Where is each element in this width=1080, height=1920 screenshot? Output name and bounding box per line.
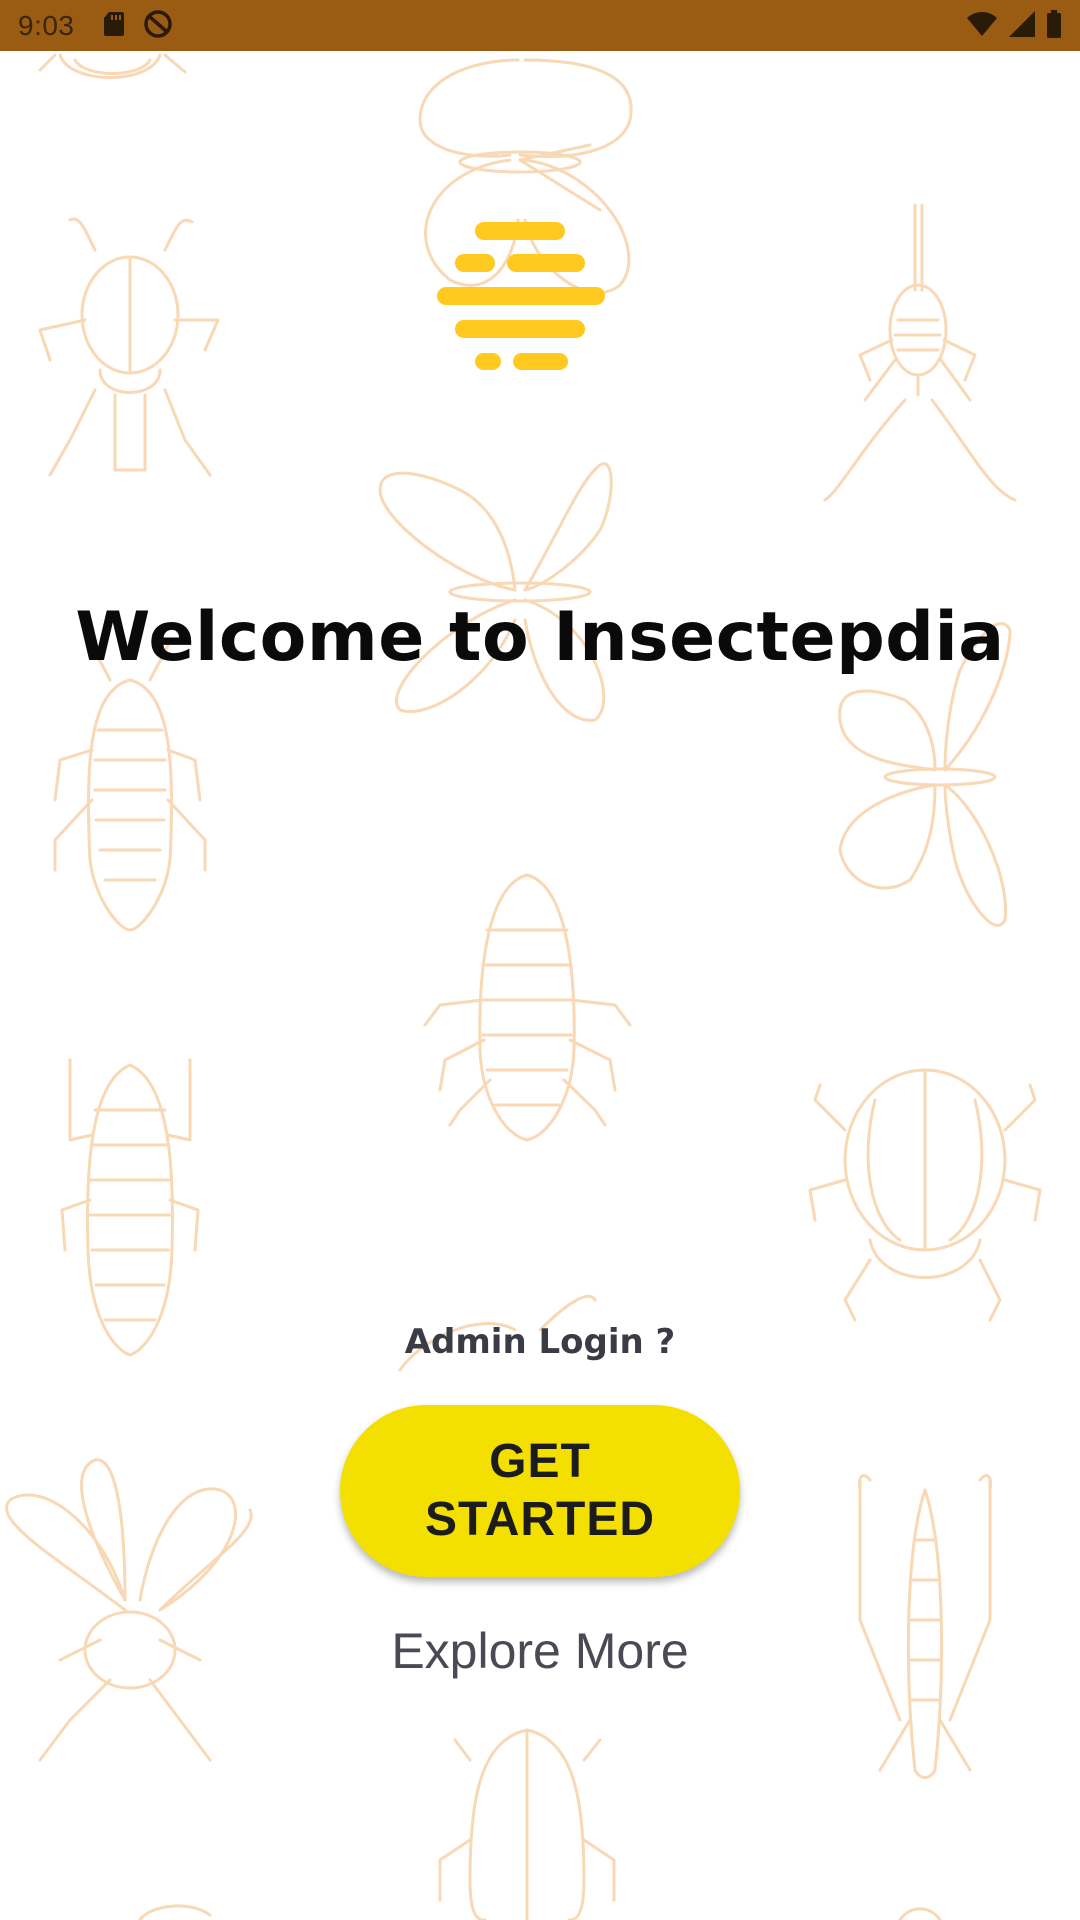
beetle-outline-icon bbox=[38, 217, 220, 477]
larva-outline-icon bbox=[60, 1058, 200, 1357]
bee-stripes-logo-icon bbox=[437, 222, 605, 370]
fly-outline-icon bbox=[5, 1458, 253, 1762]
welcome-title: Welcome to Insectepdia bbox=[75, 598, 1005, 677]
beetle-outline-icon bbox=[808, 1068, 1042, 1322]
cricket-outline-icon bbox=[823, 203, 1017, 502]
beetle-outline-icon bbox=[438, 1728, 616, 1920]
status-time: 9:03 bbox=[18, 9, 75, 41]
beetle-outline-icon bbox=[138, 1904, 212, 1920]
beetle-outline-icon bbox=[38, 53, 187, 79]
do-not-disturb-icon bbox=[143, 9, 173, 43]
larva-outline-icon bbox=[423, 873, 632, 1142]
admin-login-link[interactable]: Admin Login ? bbox=[0, 1322, 1080, 1362]
cell-signal-icon bbox=[1008, 10, 1036, 42]
status-bar: 9:03 bbox=[0, 0, 1080, 51]
get-started-button[interactable]: GET STARTED bbox=[340, 1405, 740, 1577]
wifi-icon bbox=[966, 11, 998, 41]
status-right-icons bbox=[966, 9, 1062, 42]
butterfly-outline-icon bbox=[378, 462, 613, 722]
sd-card-icon bbox=[103, 11, 125, 41]
battery-icon bbox=[1046, 9, 1062, 42]
explore-more-link[interactable]: Explore More bbox=[0, 1622, 1080, 1680]
status-left-icons bbox=[103, 9, 173, 43]
beetle-outline-icon bbox=[898, 1907, 942, 1920]
larva-outline-icon bbox=[53, 638, 207, 932]
